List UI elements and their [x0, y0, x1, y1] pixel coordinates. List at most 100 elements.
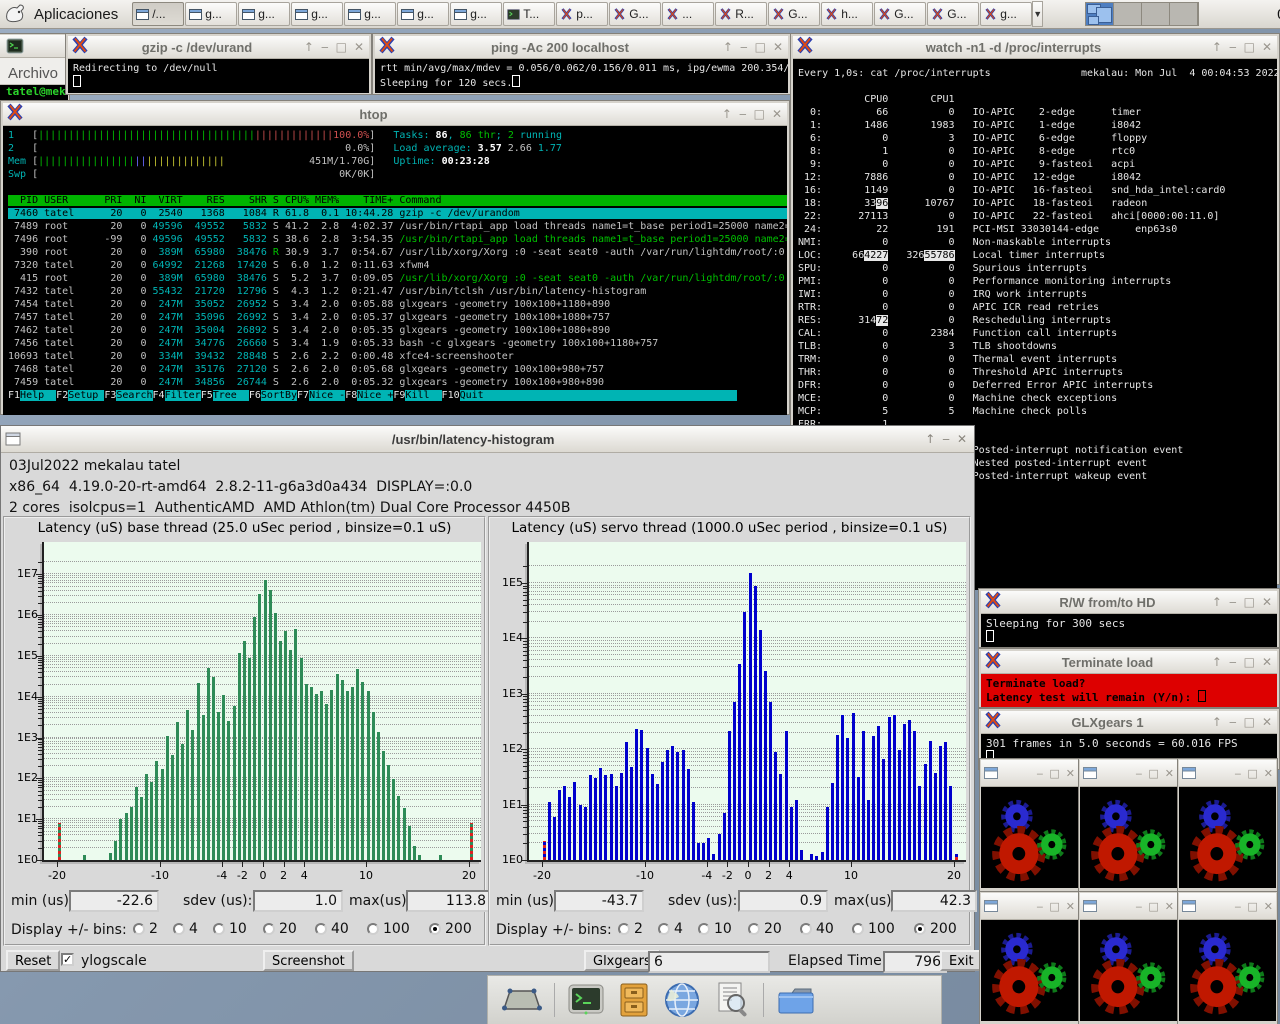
minimize-button[interactable]: ‒	[1229, 715, 1237, 729]
histogram-plot-area[interactable]	[527, 542, 966, 862]
taskbar-window-button-11[interactable]: R...	[715, 2, 767, 26]
bins-radio-40[interactable]: 40	[315, 921, 349, 937]
close-button[interactable]: ✕	[1165, 767, 1174, 780]
htop-process-row[interactable]: 7320 tatel 20 0 64992 21268 17420 S 6.0 …	[8, 260, 429, 271]
maximize-button[interactable]: □	[1244, 655, 1255, 669]
screenshot-button[interactable]: Screenshot	[263, 950, 354, 971]
ping-terminal-content[interactable]: rtt min/avg/max/mdev = 0.056/0.062/0.156…	[375, 59, 788, 93]
close-button[interactable]: ✕	[1264, 900, 1273, 913]
taskbar-window-button-13[interactable]: h...	[821, 2, 873, 26]
glxgears-titlebar[interactable]: ‒ □ ✕	[981, 760, 1078, 787]
rollup-button[interactable]: ↑	[304, 40, 314, 54]
rollup-button[interactable]: ↑	[1212, 715, 1222, 729]
bins-radio-40[interactable]: 40	[800, 921, 834, 937]
applications-menu[interactable]: Aplicaciones	[0, 0, 128, 28]
rollup-button[interactable]: ↑	[1212, 655, 1222, 669]
close-button[interactable]: ✕	[1165, 900, 1174, 913]
web-browser-icon[interactable]	[663, 981, 701, 1019]
bins-radio-4[interactable]: 4	[173, 921, 198, 937]
taskbar-window-button-16[interactable]: g...	[980, 2, 1032, 26]
maximize-button[interactable]: □	[1244, 715, 1255, 729]
terminate-load-terminal-content[interactable]: Terminate load? Latency test will remain…	[981, 674, 1277, 707]
sdev-field[interactable]: 0.9	[738, 890, 828, 912]
taskbar-window-button-12[interactable]: G...	[768, 2, 820, 26]
maximize-button[interactable]: □	[1049, 767, 1059, 780]
watch-titlebar[interactable]: watch -n1 -d /proc/interrupts ↑‒□✕	[793, 36, 1277, 59]
elapsed-time-field[interactable]: 796	[883, 951, 947, 973]
taskbar-window-button-6[interactable]: g...	[450, 2, 502, 26]
maximize-button[interactable]: □	[1148, 900, 1158, 913]
max-field[interactable]: 42.3	[891, 890, 977, 912]
minimize-button[interactable]: ‒	[1234, 767, 1241, 780]
taskbar-window-button-2[interactable]: g...	[238, 2, 290, 26]
minimize-button[interactable]: ‒	[942, 432, 950, 446]
close-button[interactable]: ✕	[1264, 767, 1273, 780]
latency-titlebar[interactable]: /usr/bin/latency-histogram ↑‒✕	[1, 426, 974, 453]
taskbar-window-button-14[interactable]: G...	[874, 2, 926, 26]
sdev-field[interactable]: 1.0	[253, 890, 343, 912]
close-button[interactable]: ✕	[1066, 767, 1075, 780]
maximize-button[interactable]: □	[755, 40, 766, 54]
bins-radio-4[interactable]: 4	[658, 921, 683, 937]
taskbar-window-button-10[interactable]: ...	[662, 2, 714, 26]
htop-process-row[interactable]: 7462 tatel 20 0 247M 35004 26892 S 3.4 2…	[8, 325, 610, 336]
htop-content[interactable]: 1 [|||||||||||||||||||||||||||||||||||||…	[3, 126, 787, 415]
minimize-button[interactable]: ‒	[739, 107, 747, 121]
tasklist-overflow-button[interactable]: ▼	[1032, 1, 1043, 27]
min-field[interactable]: -43.7	[554, 890, 644, 912]
htop-function-key-bar[interactable]: F1Help F2Setup F3SearchF4FilterF5Tree F6…	[8, 390, 737, 401]
close-button[interactable]: ✕	[354, 40, 364, 54]
htop-process-row[interactable]: 7456 tatel 20 0 247M 34776 26660 S 3.4 1…	[8, 338, 658, 349]
minimize-button[interactable]: ‒	[1135, 767, 1142, 780]
htop-titlebar[interactable]: htop ↑‒□✕	[3, 103, 787, 126]
htop-process-row[interactable]: 10693 tatel 20 0 334M 39432 28848 S 2.6 …	[8, 351, 514, 362]
background-terminal-window[interactable]: Archivo tatel@meka	[0, 33, 70, 103]
minimize-button[interactable]: ‒	[1229, 595, 1237, 609]
rw-hd-titlebar[interactable]: R/W from/to HD ↑‒□✕	[981, 591, 1277, 614]
htop-process-row[interactable]: 415 root 20 0 389M 65980 38476 S 5.2 3.7…	[8, 273, 787, 284]
minimize-button[interactable]: ‒	[1036, 900, 1043, 913]
htop-process-row[interactable]: 7454 tatel 20 0 247M 35052 26952 S 3.4 2…	[8, 299, 610, 310]
min-field[interactable]: -22.6	[69, 890, 159, 912]
taskbar-window-button-4[interactable]: g...	[344, 2, 396, 26]
taskbar-window-button-7[interactable]: T...	[503, 2, 555, 26]
htop-header-row[interactable]: PID USER PRI NI VIRT RES SHR S CPU% MEM%…	[8, 195, 787, 206]
maximize-button[interactable]: □	[1247, 767, 1257, 780]
rollup-button[interactable]: ↑	[723, 40, 733, 54]
htop-process-row[interactable]: 7459 tatel 20 0 247M 34856 26744 S 2.6 2…	[8, 377, 604, 388]
minimize-button[interactable]: ‒	[321, 40, 329, 54]
taskbar-window-button-8[interactable]: p...	[556, 2, 608, 26]
htop-process-row[interactable]: 7432 tatel 20 0 55432 21720 12796 S 4.3 …	[8, 286, 646, 297]
bins-radio-200[interactable]: 200	[914, 921, 957, 937]
minimize-button[interactable]: ‒	[1234, 900, 1241, 913]
maximize-button[interactable]: □	[754, 107, 765, 121]
htop-process-row[interactable]: 7496 root -99 0 49596 49552 5832 S 38.6 …	[8, 234, 787, 245]
htop-process-row[interactable]: 7489 root 20 0 49596 49552 5832 S 41.2 2…	[8, 221, 787, 232]
taskbar-window-button-3[interactable]: g...	[291, 2, 343, 26]
bins-radio-20[interactable]: 20	[748, 921, 782, 937]
close-button[interactable]: ✕	[1262, 655, 1272, 669]
bins-radio-2[interactable]: 2	[618, 921, 643, 937]
workspace-3[interactable]	[1142, 3, 1170, 25]
rollup-button[interactable]: ↑	[1212, 40, 1222, 54]
gears-count-field[interactable]: 6	[648, 951, 770, 973]
minimize-button[interactable]: ‒	[1229, 40, 1237, 54]
max-field[interactable]: 113.8	[406, 890, 492, 912]
bins-radio-2[interactable]: 2	[133, 921, 158, 937]
close-button[interactable]: ✕	[957, 432, 967, 446]
htop-process-row[interactable]: 7457 tatel 20 0 247M 35096 26992 S 3.4 2…	[8, 312, 610, 323]
close-button[interactable]: ✕	[772, 107, 782, 121]
minimize-button[interactable]: ‒	[1036, 767, 1043, 780]
gzip-terminal-content[interactable]: Redirecting to /dev/null	[68, 59, 369, 93]
workspace-4[interactable]	[1170, 3, 1198, 25]
taskbar-window-button-0[interactable]: /...	[132, 2, 184, 26]
close-button[interactable]: ✕	[1262, 715, 1272, 729]
terminate-load-titlebar[interactable]: Terminate load ↑‒□✕	[981, 651, 1277, 674]
close-button[interactable]: ✕	[1262, 595, 1272, 609]
document-search-icon[interactable]	[713, 981, 751, 1019]
maximize-button[interactable]: □	[336, 40, 347, 54]
histogram-plot-area[interactable]	[42, 542, 481, 862]
maximize-button[interactable]: □	[1247, 900, 1257, 913]
maximize-button[interactable]: □	[1244, 40, 1255, 54]
htop-process-row[interactable]: 7468 tatel 20 0 247M 35176 27120 S 2.6 2…	[8, 364, 604, 375]
